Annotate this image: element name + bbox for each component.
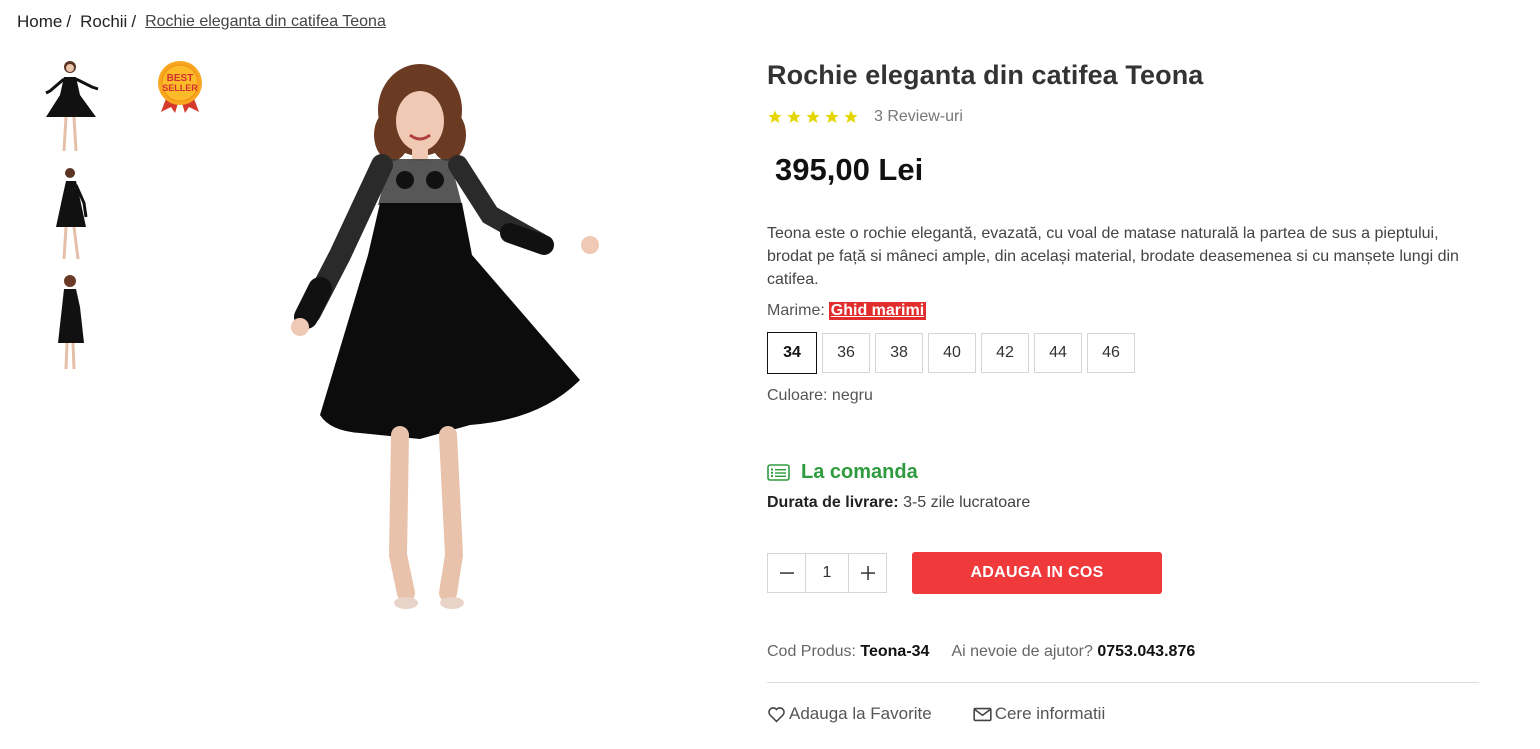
thumbnail-front[interactable] [40, 55, 104, 159]
delivery-value: 3-5 zile lucratoare [903, 494, 1031, 511]
size-option-36[interactable]: 36 [822, 333, 870, 373]
help-phone[interactable]: 0753.043.876 [1097, 643, 1195, 660]
quantity-increase-button[interactable] [849, 554, 886, 592]
star-icon [768, 110, 782, 123]
request-info-button[interactable]: Cere informatii [973, 704, 1106, 724]
star-icon [787, 110, 801, 123]
size-selector: 34 36 38 40 42 44 46 [767, 332, 1479, 374]
product-meta: Cod Produs: Teona-34 Ai nevoie de ajutor… [767, 643, 1479, 661]
star-icon [806, 110, 820, 123]
product-code: Cod Produs: Teona-34 [767, 643, 929, 661]
quantity-input[interactable]: 1 [805, 554, 849, 592]
product-actions: Adauga la Favorite Cere informatii [767, 704, 1479, 724]
thumbnail-gallery [40, 55, 104, 379]
star-icon [825, 110, 839, 123]
plus-icon [860, 566, 875, 580]
breadcrumb-separator: / [66, 12, 72, 31]
cart-row: 1 ADAUGA IN COS [767, 552, 1479, 594]
product-description: Teona este o rochie elegantă, evazată, c… [767, 225, 1459, 288]
thumbnail-side[interactable] [40, 163, 104, 267]
add-to-favorites-button[interactable]: Adauga la Favorite [767, 704, 932, 724]
size-option-44[interactable]: 44 [1034, 333, 1082, 373]
star-rating [767, 109, 859, 125]
best-seller-badge: BEST SELLER [157, 60, 203, 114]
reviews-link[interactable]: 3 Review-uri [874, 108, 963, 126]
quantity-stepper: 1 [767, 553, 887, 593]
rating-row: 3 Review-uri [767, 108, 1479, 126]
stock-status: La comanda [767, 461, 1479, 484]
breadcrumb: Home / Rochii / Rochie eleganta din cati… [17, 12, 386, 32]
product-code-value: Teona-34 [860, 643, 930, 660]
breadcrumb-current[interactable]: Rochie eleganta din catifea Teona [145, 13, 386, 32]
size-option-42[interactable]: 42 [981, 333, 1029, 373]
badge-line2: SELLER [162, 83, 198, 93]
stock-text: La comanda [801, 461, 918, 483]
size-option-38[interactable]: 38 [875, 333, 923, 373]
product-title: Rochie eleganta din catifea Teona [767, 60, 1204, 90]
size-option-40[interactable]: 40 [928, 333, 976, 373]
star-icon [844, 110, 858, 123]
minus-icon [779, 572, 794, 574]
list-icon [767, 464, 790, 481]
size-option-34[interactable]: 34 [767, 332, 817, 374]
add-to-cart-button[interactable]: ADAUGA IN COS [912, 552, 1162, 594]
thumbnail-back[interactable] [40, 271, 104, 375]
add-to-favorites-label: Adauga la Favorite [789, 704, 932, 723]
size-option-46[interactable]: 46 [1087, 333, 1135, 373]
breadcrumb-home[interactable]: Home [17, 12, 62, 32]
divider [767, 682, 1479, 683]
delivery-info: Durata de livrare: 3-5 zile lucratoare [767, 494, 1479, 512]
breadcrumb-category[interactable]: Rochii [80, 12, 127, 32]
color-label: Culoare: negru [767, 387, 873, 404]
help-contact: Ai nevoie de ajutor? 0753.043.876 [951, 643, 1195, 661]
size-label: Marime: [767, 302, 825, 319]
heart-icon [768, 706, 785, 723]
product-code-label: Cod Produs: [767, 643, 856, 660]
product-details: Rochie eleganta din catifea Teona 3 Revi… [767, 60, 1479, 724]
main-product-image[interactable] [240, 55, 640, 630]
envelope-icon [973, 707, 992, 721]
breadcrumb-separator: / [131, 12, 137, 31]
product-price: 395,00 Lei [775, 152, 924, 187]
size-label-row: Marime: Ghid marimi [767, 302, 1479, 320]
delivery-label: Durata de livrare: [767, 494, 899, 511]
size-guide-link[interactable]: Ghid marimi [828, 302, 927, 320]
quantity-decrease-button[interactable] [768, 554, 805, 592]
request-info-label: Cere informatii [994, 704, 1106, 723]
help-label: Ai nevoie de ajutor? [951, 643, 1093, 660]
